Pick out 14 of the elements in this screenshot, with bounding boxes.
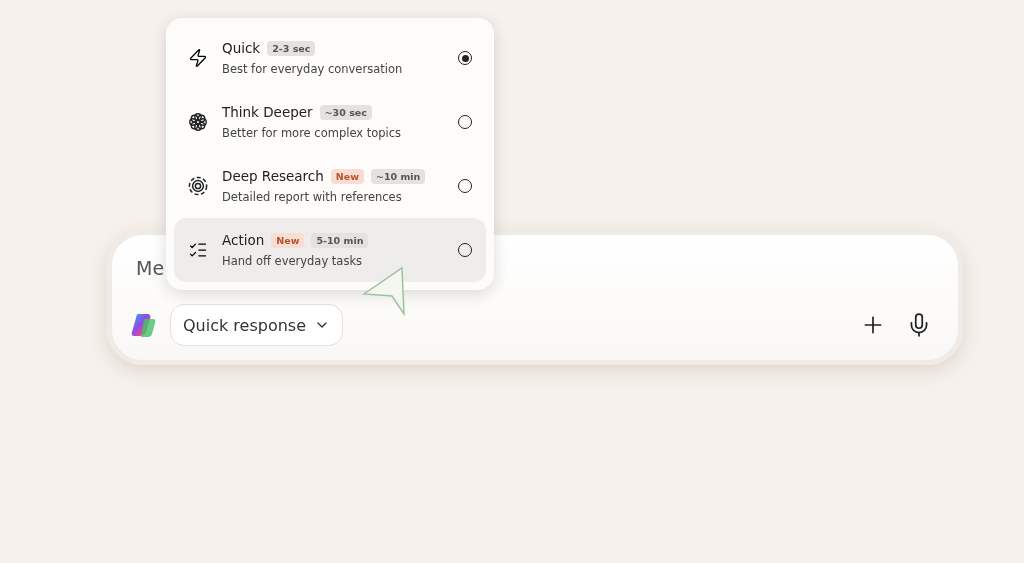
duration-tag: ~10 min [370,168,426,184]
mode-description: Better for more complex topics [222,126,403,140]
mode-title: Quick [222,40,261,56]
mode-title: Action [222,232,265,248]
mode-description: Detailed report with references [222,190,403,204]
mode-title: Deep Research [222,168,324,184]
mode-title: Think Deeper [222,104,313,120]
mode-description: Best for everyday conversation [222,62,404,76]
new-tag: New [330,168,364,184]
duration-tag: ~30 sec [319,104,372,120]
duration-tag: 2-3 sec [267,40,316,56]
duration-tag: 5-10 min [311,232,369,248]
mode-description: Hand off everyday tasks [222,254,364,268]
new-tag: New [271,232,305,248]
